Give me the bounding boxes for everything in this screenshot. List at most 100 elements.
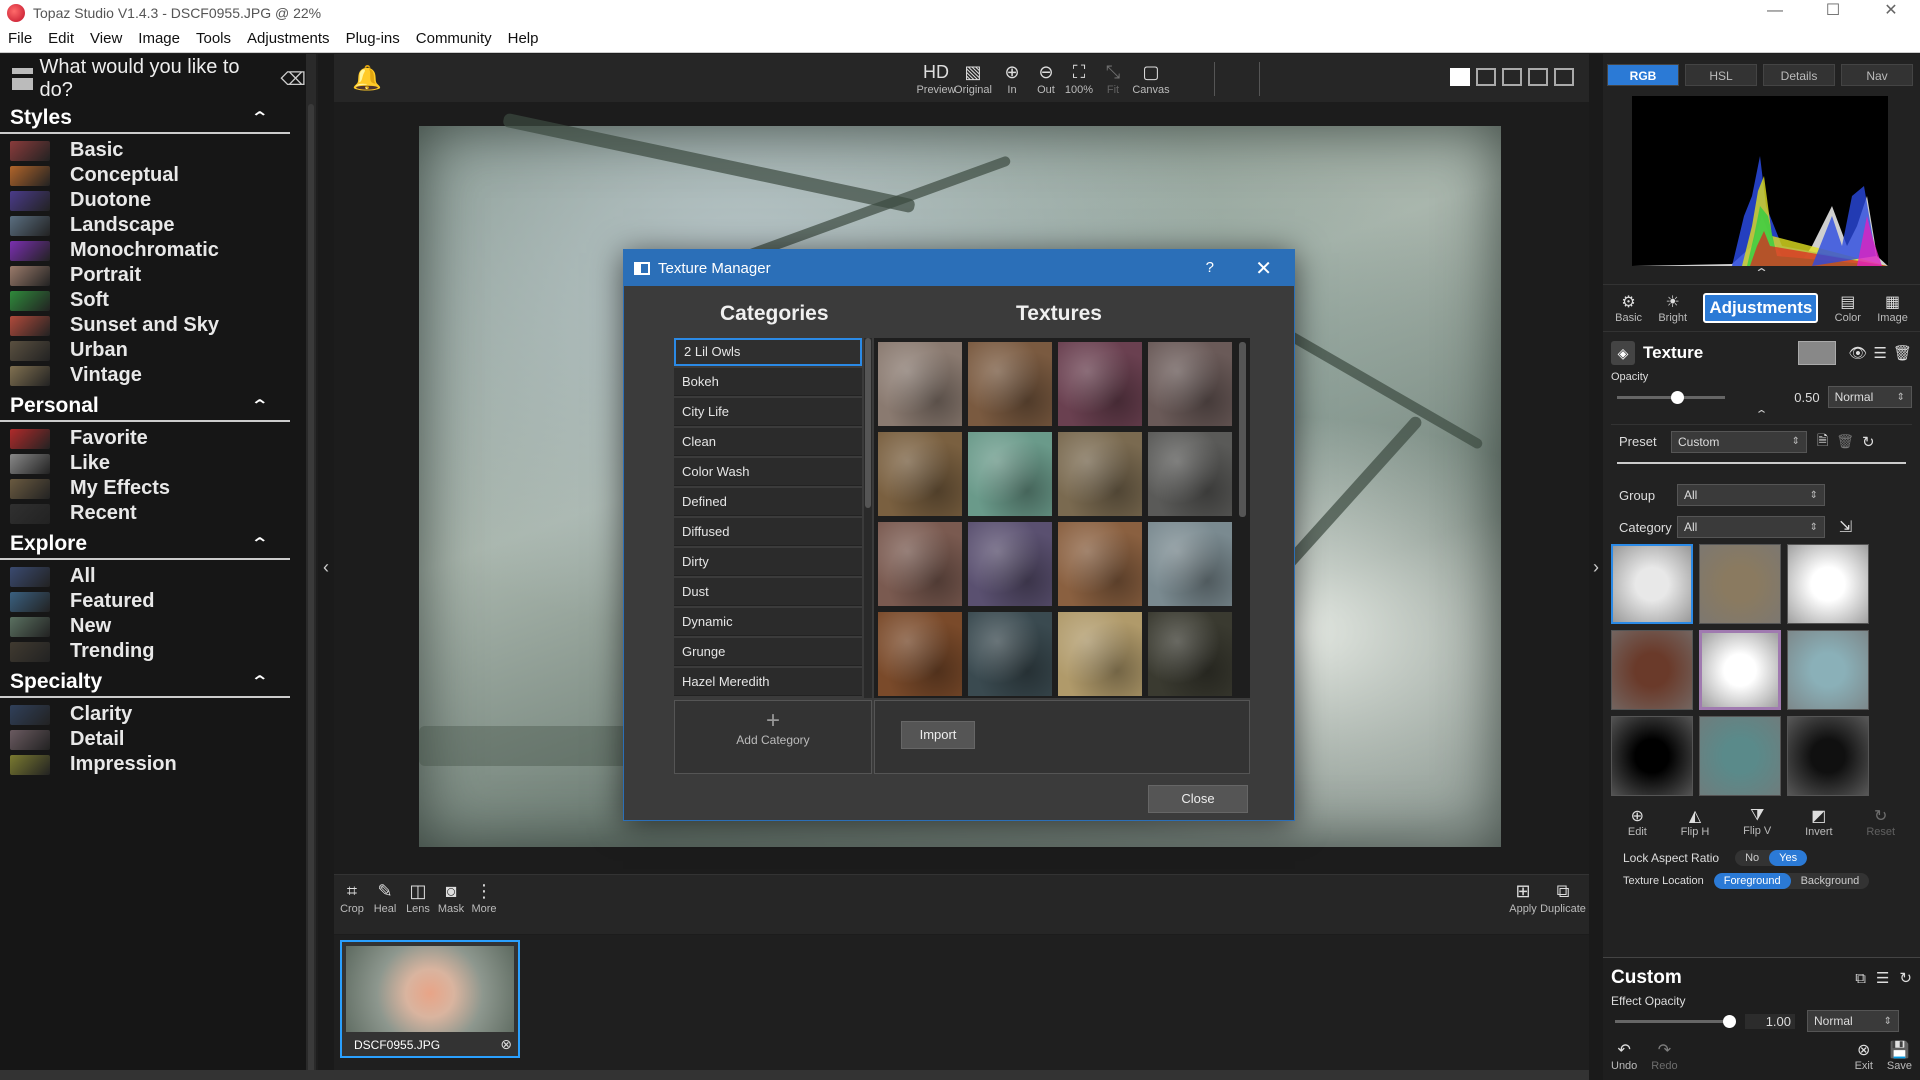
left-scroll-thumb[interactable] — [308, 104, 314, 1080]
opacity-slider-knob[interactable] — [1671, 390, 1684, 404]
style-item-monochromatic[interactable]: Monochromatic — [10, 238, 306, 263]
location-background[interactable]: Background — [1791, 873, 1870, 889]
effect-blend-select[interactable]: Normal — [1807, 1010, 1899, 1032]
adj-tab-bright[interactable]: ☀ Bright — [1658, 292, 1687, 324]
exit-button[interactable]: ⊗ Exit — [1855, 1040, 1873, 1072]
texture-swatch[interactable] — [1798, 341, 1837, 365]
texture-tile[interactable] — [1148, 432, 1232, 516]
quad-view-icon[interactable] — [1554, 68, 1574, 86]
texture-thumbnail[interactable] — [1787, 716, 1869, 796]
maximize-button[interactable]: ☐ — [1804, 0, 1862, 25]
chevron-up-icon[interactable]: ⌃ — [250, 396, 269, 416]
tool-lens-button[interactable]: ◫ Lens — [402, 879, 434, 915]
adj-tab-adjustments[interactable]: Adjustments — [1703, 293, 1819, 323]
adj-tab-basic[interactable]: ⚙ Basic — [1615, 292, 1642, 324]
adj-tab-image[interactable]: ▦ Image — [1877, 292, 1908, 324]
menu-tools[interactable]: Tools — [188, 30, 239, 47]
texture-thumbnail[interactable] — [1611, 716, 1693, 796]
location-foreground[interactable]: Foreground — [1713, 873, 1791, 889]
effect-opacity-slider[interactable] — [1615, 1014, 1736, 1028]
clear-search-icon[interactable]: ⌫ — [281, 69, 306, 90]
category-scroll-thumb[interactable] — [865, 338, 871, 508]
preset-select[interactable]: Custom — [1671, 430, 1807, 453]
texture-tile[interactable] — [1148, 612, 1232, 696]
chevron-up-icon[interactable]: ⌃ — [250, 108, 269, 128]
category-item-dust[interactable]: Dust — [674, 578, 862, 606]
search-input[interactable]: What would you like to do? — [39, 56, 272, 102]
texture-tile[interactable] — [1058, 342, 1142, 426]
toolbar-original-button[interactable]: ▧ Original — [951, 60, 995, 96]
custom-reset-icon[interactable]: ↻ — [1899, 969, 1912, 987]
delete-icon[interactable]: 🗑 — [1893, 344, 1912, 362]
dialog-close-icon[interactable]: ✕ — [1255, 256, 1272, 281]
style-item-like[interactable]: Like — [10, 451, 306, 476]
save-button[interactable]: 💾 Save — [1887, 1040, 1912, 1072]
texture-thumbnail[interactable] — [1787, 544, 1869, 624]
texture-thumbnail[interactable] — [1611, 544, 1693, 624]
redo-button[interactable]: ↷ Redo — [1651, 1040, 1677, 1072]
texture-tile[interactable] — [1148, 342, 1232, 426]
effect-layers-icon[interactable]: ⧉ — [1855, 970, 1866, 987]
style-item-urban[interactable]: Urban — [10, 338, 306, 363]
effect-opacity-slider-knob[interactable] — [1723, 1014, 1736, 1028]
style-item-featured[interactable]: Featured — [10, 589, 306, 614]
style-item-trending[interactable]: Trending — [10, 639, 306, 664]
close-button[interactable]: Close — [1148, 785, 1248, 813]
texture-tile[interactable] — [878, 342, 962, 426]
category-item-color-wash[interactable]: Color Wash — [674, 458, 862, 486]
section-header-specialty[interactable]: Specialty ⌃ — [0, 668, 290, 698]
visibility-eye-icon[interactable]: 👁 — [1848, 344, 1867, 362]
category-item-city-life[interactable]: City Life — [674, 398, 862, 426]
hist-tab-rgb[interactable]: RGB — [1607, 64, 1679, 86]
menu-icon[interactable]: ☰ — [1874, 344, 1887, 362]
style-item-all[interactable]: All — [10, 564, 306, 589]
texture-reset-button[interactable]: ↻ Reset — [1866, 806, 1895, 838]
opacity-slider[interactable] — [1617, 390, 1726, 404]
opacity-value[interactable]: 0.50 — [1765, 390, 1819, 405]
close-window-button[interactable]: ✕ — [1862, 0, 1920, 25]
style-item-sunset-and-sky[interactable]: Sunset and Sky — [10, 313, 306, 338]
style-item-duotone[interactable]: Duotone — [10, 188, 306, 213]
reset-preset-icon[interactable]: ↻ — [1862, 433, 1875, 451]
category-item-bokeh[interactable]: Bokeh — [674, 368, 862, 396]
toolbar-canvas-button[interactable]: ▢ Canvas — [1129, 60, 1173, 96]
split-horizontal-view-icon[interactable] — [1502, 68, 1522, 86]
import-button[interactable]: Import — [901, 721, 975, 749]
category-scrollbar[interactable] — [864, 338, 872, 698]
texture-invert-button[interactable]: ◩ Invert — [1805, 806, 1833, 838]
lock-aspect-yes[interactable]: Yes — [1769, 850, 1808, 866]
filmstrip-scrollbar[interactable] — [0, 1070, 1589, 1080]
style-item-new[interactable]: New — [10, 614, 306, 639]
hist-tab-nav[interactable]: Nav — [1841, 64, 1913, 86]
texture-thumbnail[interactable] — [1699, 630, 1781, 710]
texture-thumbnail[interactable] — [1787, 630, 1869, 710]
delete-preset-icon[interactable]: 🗑 — [1836, 433, 1854, 450]
texture-thumbnail[interactable] — [1611, 630, 1693, 710]
texture-tile[interactable] — [878, 612, 962, 696]
hist-tab-details[interactable]: Details — [1763, 64, 1835, 86]
texture-tile[interactable] — [878, 432, 962, 516]
effect-opacity-value[interactable]: 1.00 — [1745, 1013, 1795, 1029]
tool-mask-button[interactable]: ◙ Mask — [435, 879, 467, 915]
texture-tile[interactable] — [968, 342, 1052, 426]
split-vertical-view-icon[interactable] — [1476, 68, 1496, 86]
texture-thumbnail[interactable] — [1699, 716, 1781, 796]
side-by-side-view-icon[interactable] — [1528, 68, 1548, 86]
menu-help[interactable]: Help — [500, 30, 547, 47]
category-item-defined[interactable]: Defined — [674, 488, 862, 516]
style-item-impression[interactable]: Impression — [10, 752, 306, 777]
style-item-conceptual[interactable]: Conceptual — [10, 163, 306, 188]
save-preset-icon[interactable]: 🗎 — [1817, 430, 1828, 454]
menu-community[interactable]: Community — [408, 30, 500, 47]
chevron-up-icon[interactable]: ⌃ — [250, 534, 269, 554]
left-panel-scrollbar[interactable] — [306, 54, 316, 1080]
category-item-diffused[interactable]: Diffused — [674, 518, 862, 546]
texture-edit-button[interactable]: ⊕ Edit — [1628, 806, 1647, 838]
minimize-button[interactable]: — — [1746, 0, 1804, 25]
menu-edit[interactable]: Edit — [40, 30, 82, 47]
hist-tab-hsl[interactable]: HSL — [1685, 64, 1757, 86]
category-item-2-lil-owls[interactable]: 2 Lil Owls — [674, 338, 862, 366]
style-item-my-effects[interactable]: My Effects — [10, 476, 306, 501]
chevron-up-icon[interactable]: ⌃ — [250, 672, 269, 692]
tool-more-button[interactable]: ⋮ More — [468, 879, 500, 915]
